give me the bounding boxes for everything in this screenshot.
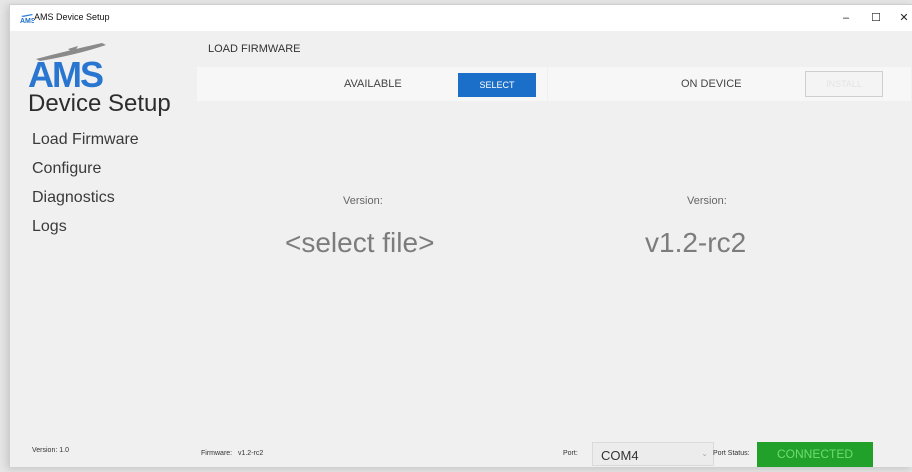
minimize-button[interactable]: – [834,8,858,28]
firmware-status: Firmware: v1.2-rc2 [201,450,263,457]
section-title: LOAD FIRMWARE [208,43,301,55]
firmware-status-value: v1.2-rc2 [237,450,264,457]
nav-configure[interactable]: Configure [32,160,101,178]
app-name: Device Setup [28,90,171,117]
available-label: AVAILABLE [344,78,402,90]
install-button[interactable]: INSTALL [805,71,883,97]
svg-text:AMS: AMS [20,18,34,23]
available-version-label: Version: [343,195,383,207]
firmware-status-label: Firmware: [201,450,233,457]
port-status-label: Port Status: [713,450,750,457]
ams-logo: AMS [28,43,106,91]
app-version-label: Version: [32,447,58,454]
svg-text:AMS: AMS [28,54,103,91]
on-device-label: ON DEVICE [681,78,742,90]
app-version: Version: 1.0 [32,447,69,454]
window-title: AMS Device Setup [34,12,110,22]
available-version-value: <select file> [285,227,435,258]
device-version-label: Version: [687,195,727,207]
app-logo-icon: AMS [20,14,34,23]
app-version-value: 1.0 [59,447,69,454]
maximize-button[interactable]: ☐ [864,8,888,28]
close-button[interactable]: ✕ [892,8,912,28]
port-dropdown[interactable]: COM4 ⌄ [592,442,714,466]
select-file-button[interactable]: SELECT [458,73,536,97]
on-device-panel: ON DEVICE INSTALL [548,67,911,101]
nav-diagnostics[interactable]: Diagnostics [32,189,115,207]
device-version-value: v1.2-rc2 [645,227,747,258]
chevron-down-icon: ⌄ [701,449,708,458]
port-label: Port: [563,450,578,457]
nav-load-firmware[interactable]: Load Firmware [32,131,139,149]
nav-logs[interactable]: Logs [32,218,67,236]
port-status-badge: CONNECTED [757,442,873,467]
sidebar: AMS Device Setup Load Firmware Configure… [10,31,196,467]
title-bar[interactable]: AMS AMS Device Setup – ☐ ✕ [10,5,912,31]
available-panel: AVAILABLE SELECT [197,67,547,101]
port-value: COM4 [601,448,639,463]
app-window: AMS AMS Device Setup – ☐ ✕ AMS Device Se… [9,4,912,467]
